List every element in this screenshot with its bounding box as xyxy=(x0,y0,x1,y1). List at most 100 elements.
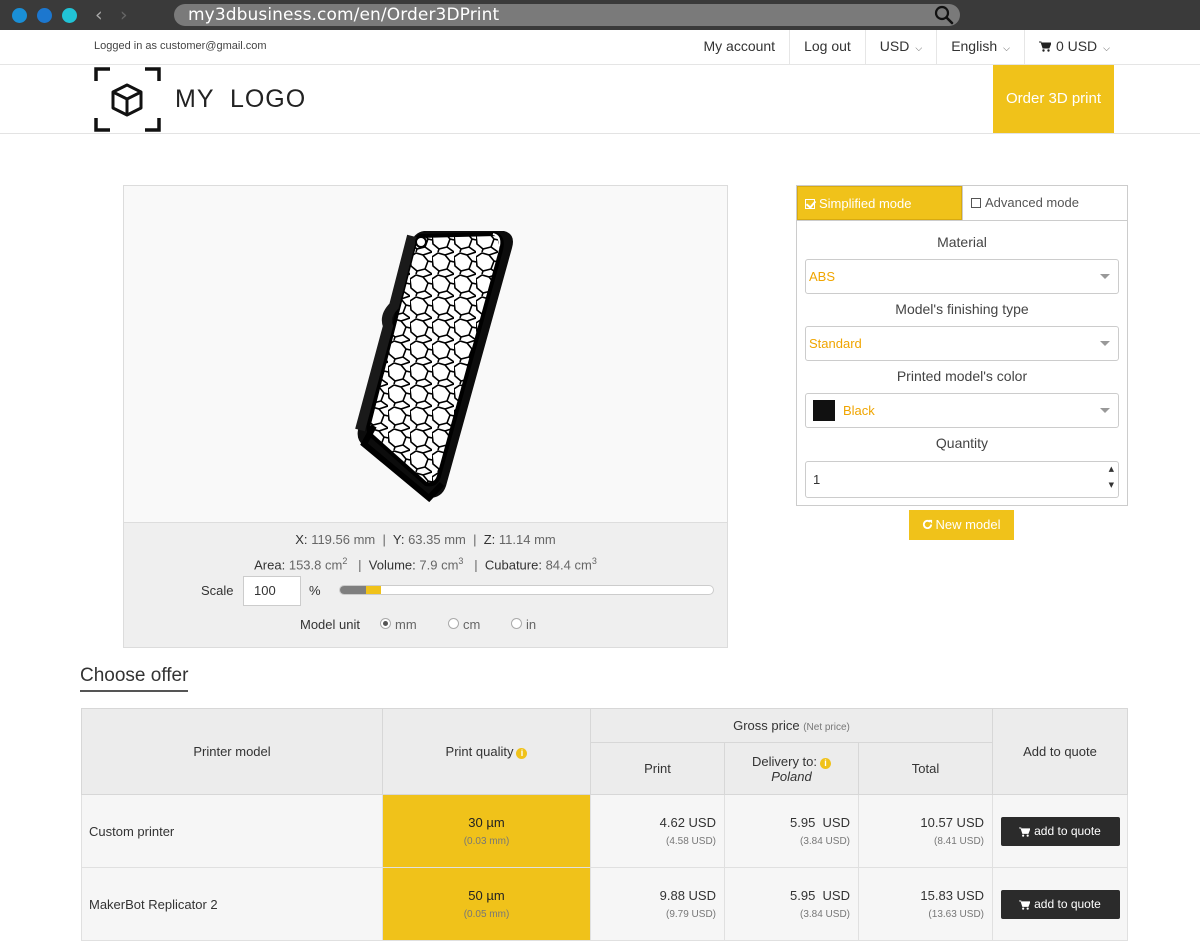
info-icon[interactable]: i xyxy=(516,748,528,759)
quantity-label: Quantity xyxy=(935,435,989,451)
cart-icon xyxy=(1019,899,1031,910)
offer-table: Printer model Print quality i Gross price… xyxy=(81,708,1128,941)
model-viewport[interactable] xyxy=(124,186,727,523)
unit-in-radio[interactable] xyxy=(511,618,522,629)
header-gross-price-label: Gross price xyxy=(733,718,800,733)
new-model-label: New model xyxy=(935,517,1001,532)
print-net-price: (9.79 USD) xyxy=(665,909,716,920)
dropdown-arrow-icon xyxy=(1100,274,1110,279)
header-total: Total xyxy=(858,742,993,795)
window-close-button[interactable] xyxy=(12,8,27,23)
scale-percent-sign: % xyxy=(309,583,321,598)
x-dimension-label: X: xyxy=(295,532,308,547)
total-net-price: (13.63 USD) xyxy=(928,909,984,920)
cart-dropdown[interactable]: 0 USD ⌵ xyxy=(1023,30,1124,64)
header-print-quality-label: Print quality xyxy=(445,744,514,759)
total-net-price: (8.41 USD) xyxy=(933,836,984,847)
chevron-down-icon: ⌵ xyxy=(1003,44,1010,54)
logged-in-text: Logged in as customer@gmail.com xyxy=(94,40,267,52)
print-net-price: (4.58 USD) xyxy=(665,836,716,847)
tab-simplified-label: Simplified mode xyxy=(819,196,912,211)
new-model-button[interactable]: New model xyxy=(909,510,1014,540)
cart-icon xyxy=(1038,41,1052,52)
finishing-value: Standard xyxy=(809,336,862,351)
color-swatch xyxy=(813,400,835,421)
scale-input[interactable]: 100 xyxy=(243,576,301,606)
url-text: my3dbusiness.com/en/Order3DPrint xyxy=(188,5,500,25)
model-unit-row: Model unit mm cm in xyxy=(124,616,727,636)
total-price: 15.83 USD xyxy=(920,888,984,903)
logo-cube-icon[interactable] xyxy=(94,67,161,132)
header-printer-model: Printer model xyxy=(81,708,383,795)
total-price-cell: 15.83 USD (13.63 USD) xyxy=(858,867,993,941)
finishing-select[interactable]: Standard xyxy=(805,326,1119,361)
log-out-link[interactable]: Log out xyxy=(789,30,865,64)
z-dimension-value: 11.14 mm xyxy=(498,532,556,547)
print-config-panel: Simplified mode Advanced mode Material A… xyxy=(796,185,1128,506)
finishing-label: Model's finishing type xyxy=(895,301,1029,317)
quality-value: 30 µm xyxy=(468,815,505,830)
currency-label: USD xyxy=(879,38,910,54)
total-price-cell: 10.57 USD (8.41 USD) xyxy=(858,794,993,868)
color-value: Black xyxy=(843,403,875,418)
dropdown-arrow-icon xyxy=(1100,341,1110,346)
add-to-quote-button[interactable]: add to quote xyxy=(1000,816,1120,846)
unit-mm-radio[interactable] xyxy=(380,618,391,629)
unit-mm-label[interactable]: mm xyxy=(395,617,417,632)
quantity-stepper[interactable]: 1 ▲ ▼ xyxy=(805,461,1119,498)
tab-advanced-mode[interactable]: Advanced mode xyxy=(962,186,1127,220)
quality-value: 50 µm xyxy=(468,888,505,903)
window-minimize-button[interactable] xyxy=(37,8,52,23)
order-3d-print-button[interactable]: Order 3D print xyxy=(993,65,1114,133)
currency-dropdown[interactable]: USD ⌵ xyxy=(864,30,936,64)
language-dropdown[interactable]: English ⌵ xyxy=(936,30,1024,64)
address-bar[interactable]: my3dbusiness.com/en/Order3DPrint xyxy=(174,4,960,26)
print-quality-cell: 50 µm (0.05 mm) xyxy=(382,867,591,941)
header-net-price: (Net price) xyxy=(803,722,850,733)
chevron-right-icon[interactable]: › xyxy=(120,4,128,26)
print-quality-cell: 30 µm (0.03 mm) xyxy=(382,794,591,868)
unit-cm-label[interactable]: cm xyxy=(463,617,480,632)
print-price-cell: 9.88 USD (9.79 USD) xyxy=(590,867,725,941)
scale-slider[interactable] xyxy=(339,585,714,595)
area-superscript: 2 xyxy=(342,556,348,566)
color-select[interactable]: Black xyxy=(805,393,1119,428)
cart-total: 0 USD xyxy=(1055,38,1098,54)
magnifier-icon[interactable] xyxy=(934,5,954,25)
scale-label: Scale xyxy=(201,583,234,598)
unit-in-label[interactable]: in xyxy=(526,617,536,632)
info-icon[interactable]: i xyxy=(820,757,832,769)
area-label: Area: xyxy=(254,557,286,573)
table-row: Custom printer 30 µm (0.03 mm) 4.62 USD (4… xyxy=(81,794,1128,868)
y-dimension-value: 63.35 mm xyxy=(408,532,466,547)
header-gross-price: Gross price (Net price) xyxy=(590,708,993,743)
cubature-value: 84.4 cm xyxy=(545,557,592,573)
chevron-down-icon: ⌵ xyxy=(1103,44,1110,54)
spin-down-icon[interactable]: ▼ xyxy=(1109,468,1114,503)
printer-name: Custom printer xyxy=(81,794,383,868)
header-print-quality: Print quality i xyxy=(382,708,591,795)
area-value: 153.8 cm xyxy=(288,557,343,573)
material-select[interactable]: ABS xyxy=(805,259,1119,294)
model-viewer: X: 119.56 mm | Y: 63.35 mm | Z: 11.14 mm… xyxy=(123,185,728,648)
add-to-quote-label: add to quote xyxy=(1034,823,1101,838)
dimensions-line: X: 119.56 mm | Y: 63.35 mm | Z: 11.14 mm xyxy=(295,532,556,547)
chevron-left-icon[interactable]: ‹ xyxy=(95,4,103,26)
volume-value: 7.9 cm xyxy=(419,557,459,573)
tab-simplified-mode[interactable]: Simplified mode xyxy=(797,186,962,220)
my-account-link[interactable]: My account xyxy=(689,30,789,64)
scale-fill-accent xyxy=(366,586,382,594)
unit-cm-radio[interactable] xyxy=(448,618,459,629)
cubature-superscript: 3 xyxy=(591,556,597,566)
choose-offer-heading: Choose offer xyxy=(80,665,189,692)
y-dimension-label: Y: xyxy=(392,532,405,547)
checkbox-empty-icon xyxy=(971,198,981,208)
logo-text[interactable]: MY LOGO xyxy=(175,85,306,114)
window-maximize-button[interactable] xyxy=(62,8,77,23)
add-to-quote-button[interactable]: add to quote xyxy=(1000,889,1120,919)
delivery-net-price: (3.84 USD) xyxy=(799,909,850,920)
volume-label: Volume: xyxy=(368,557,416,573)
x-dimension-value: 119.56 mm xyxy=(311,532,376,547)
table-row: MakerBot Replicator 2 50 µm (0.05 mm) 9.8… xyxy=(81,867,1128,941)
print-price: 9.88 USD xyxy=(659,888,716,903)
